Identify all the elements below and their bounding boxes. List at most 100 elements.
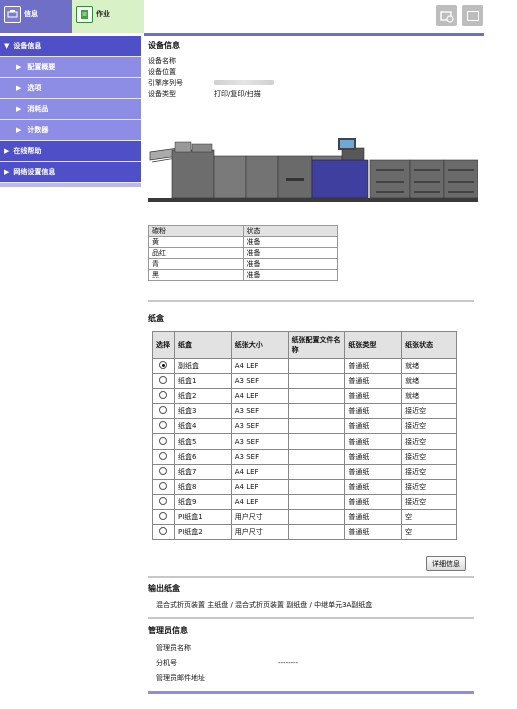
select-cell[interactable]: [152, 373, 175, 390]
table-row[interactable]: PI纸盒1 用户尺寸 普通纸空: [152, 508, 457, 526]
table-row[interactable]: PI纸盒2 用户尺寸 普通纸空: [152, 524, 457, 541]
paper-status: 接近空: [401, 493, 457, 510]
paper-size: A4 LEF: [230, 493, 289, 510]
paper-size: A4 LEF: [230, 463, 289, 480]
table-row[interactable]: 副纸盒 A4 LEF 普通纸 就绪: [152, 357, 457, 375]
window-icon[interactable]: [462, 5, 483, 26]
table-row[interactable]: 纸盒3 A3 SEF 普通纸 接近空: [152, 403, 457, 420]
tray-radio-button[interactable]: [159, 406, 167, 415]
status-header: 状态: [242, 225, 338, 237]
admin-ext-label: 分机号: [156, 658, 177, 667]
paper-type: 普通纸: [344, 433, 403, 450]
tray-radio-button[interactable]: [159, 436, 167, 445]
paper-status: 接近空: [401, 418, 457, 435]
table-row: 品红 准备: [148, 247, 338, 259]
select-cell[interactable]: [152, 508, 175, 526]
refresh-icon[interactable]: [436, 5, 457, 26]
tray-radio-button[interactable]: [159, 421, 167, 430]
paper-status: 就绪: [401, 388, 457, 405]
toner-status: 准备: [242, 258, 338, 270]
select-cell[interactable]: [152, 418, 175, 435]
sidebar-item-counter[interactable]: ▶ 计数器: [0, 120, 141, 141]
paper-type: 普通纸: [344, 463, 403, 480]
sidebar-item-options[interactable]: ▶ 选项: [0, 78, 141, 99]
paper-profile: [287, 493, 346, 510]
paper-size: A3 SEF: [230, 403, 289, 420]
paper-profile: [287, 418, 346, 435]
tray-name: PI纸盒1: [173, 508, 232, 526]
table-row[interactable]: 纸盒5 A3 SEF 普通纸 接近空: [152, 433, 457, 450]
sidebar-item-config-summary[interactable]: ▶ 配置概要: [0, 57, 141, 78]
select-cell[interactable]: [152, 403, 175, 420]
tab-info[interactable]: 信息: [0, 0, 72, 33]
tray-radio-button[interactable]: [159, 496, 167, 505]
paper-profile: [287, 357, 346, 375]
paper-status: 就绪: [401, 357, 457, 375]
table-row[interactable]: 纸盒8 A4 LEF 普通纸 接近空: [152, 478, 457, 495]
table-row[interactable]: 纸盒9 A4 LEF 普通纸 接近空: [152, 493, 457, 510]
details-button[interactable]: 详细信息: [426, 556, 466, 571]
tab-job-label: 作业: [96, 10, 110, 18]
tray-header: 纸盒: [173, 331, 232, 359]
table-row[interactable]: 纸盒4 A3 SEF 普通纸 接近空: [152, 418, 457, 435]
tray-radio-button[interactable]: [159, 511, 167, 520]
paper-profile: [287, 388, 346, 405]
tray-name: 纸盒7: [173, 463, 232, 480]
header-divider: [144, 33, 484, 36]
tray-radio-button[interactable]: [159, 466, 167, 475]
select-cell[interactable]: [152, 357, 175, 375]
select-cell[interactable]: [152, 448, 175, 465]
select-cell[interactable]: [152, 463, 175, 480]
paper-type: 普通纸: [344, 388, 403, 405]
device-info-section: 设备信息 设备名称 设备位置 引擎序列号 设备类型 打印/复印/扫描: [148, 40, 478, 99]
sidebar-item-consumables[interactable]: ▶ 消耗品: [0, 99, 141, 120]
footer-divider: [148, 691, 474, 694]
select-header: 选择: [152, 331, 175, 359]
paper-status: 空: [401, 508, 457, 526]
tray-radio-button[interactable]: [159, 481, 167, 490]
select-cell[interactable]: [152, 478, 175, 495]
job-document-icon: [76, 6, 93, 23]
sidebar-item-online-help[interactable]: ▶ 在线帮助: [0, 141, 141, 162]
sidebar-item-device-info[interactable]: ▼ 设备信息: [0, 36, 141, 57]
select-cell[interactable]: [152, 493, 175, 510]
arrow-right-icon: ▶: [16, 126, 22, 134]
sidebar-item-network-settings[interactable]: ▶ 网络设置信息: [0, 162, 141, 183]
toner-status: 准备: [242, 269, 338, 281]
arrow-right-icon: ▶: [16, 84, 22, 92]
arrow-right-icon: ▶: [16, 63, 22, 71]
toner-status: 准备: [242, 236, 338, 248]
tray-radio-button[interactable]: [159, 527, 167, 536]
device-type-row: 设备类型 打印/复印/扫描: [148, 88, 478, 99]
paper-type: 普通纸: [344, 357, 403, 375]
paper-size-header: 纸张大小: [230, 331, 289, 359]
table-row[interactable]: 纸盒2 A4 LEF 普通纸 就绪: [152, 388, 457, 405]
tray-radio-button[interactable]: [159, 376, 167, 385]
paper-type: 普通纸: [344, 403, 403, 420]
paper-type: 普通纸: [344, 418, 403, 435]
table-row[interactable]: 纸盒1 A3 SEF 普通纸 就绪: [152, 373, 457, 390]
sidebar-item-label: 网络设置信息: [13, 168, 56, 176]
select-cell[interactable]: [152, 388, 175, 405]
toner-color: 品红: [148, 247, 244, 259]
select-cell[interactable]: [152, 433, 175, 450]
tray-radio-button[interactable]: [159, 361, 167, 370]
select-cell[interactable]: [152, 524, 175, 541]
table-row[interactable]: 纸盒7 A4 LEF 普通纸 接近空: [152, 463, 457, 480]
device-info-icon: [4, 6, 21, 23]
tray-radio-button[interactable]: [159, 391, 167, 400]
device-name-row: 设备名称: [148, 55, 478, 66]
paper-profile: [287, 433, 346, 450]
table-row[interactable]: 纸盒6 A3 SEF 普通纸 接近空: [152, 448, 457, 465]
tab-job[interactable]: 作业: [72, 0, 144, 33]
admin-name-row: 管理员名称: [156, 640, 298, 655]
toner-status: 准备: [242, 247, 338, 259]
tray-radio-button[interactable]: [159, 451, 167, 460]
device-illustration: [148, 138, 478, 202]
paper-profile: [287, 524, 346, 541]
paper-profile: [287, 508, 346, 526]
admin-email-label: 管理员邮件地址: [156, 673, 205, 682]
toner-header: 碳粉: [148, 225, 244, 237]
sidebar-item-label: 选项: [27, 84, 42, 92]
sidebar-item-label: 消耗品: [27, 105, 49, 113]
